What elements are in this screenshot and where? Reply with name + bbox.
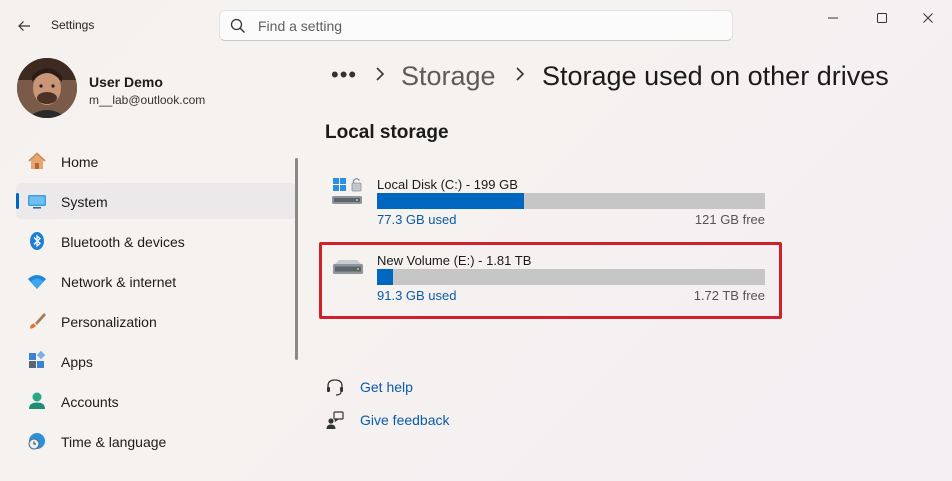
sidebar-item-label: Time & language [61, 434, 167, 450]
sidebar-item-bluetooth[interactable]: Bluetooth & devices [16, 223, 296, 259]
app-title: Settings [51, 18, 95, 32]
home-icon [26, 150, 48, 172]
search-input[interactable] [258, 16, 718, 36]
sidebar-item-label: Accounts [61, 394, 119, 410]
feedback-icon [325, 410, 345, 430]
sidebar-item-label: Personalization [61, 314, 157, 330]
sidebar-item-system[interactable]: System [16, 183, 296, 219]
section-title: Local storage [325, 122, 449, 143]
wifi-icon [26, 270, 48, 292]
sidebar-nav: Home System Bluetooth & devices Network … [16, 143, 296, 463]
page-title: Storage used on other drives [542, 61, 889, 91]
avatar[interactable] [17, 58, 77, 118]
give-feedback-link[interactable]: Give feedback [325, 408, 525, 432]
used-space: 91.3 GB used [377, 288, 457, 303]
give-feedback-label: Give feedback [360, 412, 450, 428]
maximize-icon [877, 13, 887, 23]
windows-drive-icon [330, 176, 366, 206]
user-name: User Demo [89, 74, 163, 90]
sidebar-item-accounts[interactable]: Accounts [16, 383, 296, 419]
storage-usage-fill [377, 193, 525, 209]
back-arrow-icon [18, 21, 30, 31]
system-icon [26, 190, 48, 212]
bluetooth-icon [26, 230, 48, 252]
free-space: 1.72 TB free [693, 288, 765, 303]
breadcrumb-storage-link[interactable]: Storage [401, 61, 496, 92]
storage-usage-fill [377, 269, 393, 285]
search-icon [230, 18, 246, 39]
user-email: m__lab@outlook.com [89, 93, 206, 107]
drive-item-e[interactable]: New Volume (E:) - 1.81 TB 91.3 GB used 1… [330, 248, 770, 308]
sidebar-item-time-language[interactable]: Time & language [16, 423, 296, 459]
maximize-button[interactable] [868, 6, 896, 30]
close-button[interactable] [914, 6, 942, 30]
sidebar-item-label: Network & internet [61, 274, 177, 290]
close-icon [923, 13, 933, 23]
used-space: 77.3 GB used [377, 212, 457, 227]
chevron-right-icon [513, 66, 527, 87]
storage-usage-bar [377, 269, 765, 285]
sidebar-scrollbar[interactable] [295, 158, 298, 360]
drive-item-c[interactable]: Local Disk (C:) - 199 GB 77.3 GB used 12… [330, 172, 770, 232]
sidebar-item-label: Bluetooth & devices [61, 234, 185, 250]
breadcrumb-more-button[interactable]: ••• [331, 62, 357, 88]
sidebar-item-apps[interactable]: Apps [16, 343, 296, 379]
brush-icon [26, 310, 48, 332]
chevron-right-icon [373, 66, 387, 87]
drive-name: New Volume (E:) - 1.81 TB [377, 253, 532, 268]
account-icon [26, 390, 48, 412]
sidebar-item-label: Apps [61, 354, 93, 370]
clock-globe-icon [26, 430, 48, 452]
drive-icon [330, 252, 366, 282]
get-help-label: Get help [360, 379, 413, 395]
active-indicator [16, 193, 19, 209]
help-headset-icon [325, 377, 345, 397]
back-button[interactable] [10, 12, 38, 40]
avatar-image-icon [17, 58, 77, 118]
drive-name: Local Disk (C:) - 199 GB [377, 177, 518, 192]
sidebar-item-home[interactable]: Home [16, 143, 296, 179]
sidebar-item-network[interactable]: Network & internet [16, 263, 296, 299]
sidebar-item-label: Home [61, 154, 99, 170]
get-help-link[interactable]: Get help [325, 375, 525, 399]
minimize-button[interactable] [819, 6, 847, 30]
apps-icon [26, 350, 48, 372]
minimize-icon [828, 17, 838, 19]
sidebar-item-personalization[interactable]: Personalization [16, 303, 296, 339]
free-space: 121 GB free [694, 212, 765, 227]
title-bar: Settings [0, 0, 952, 48]
search-box[interactable] [219, 10, 733, 41]
storage-usage-bar [377, 193, 765, 209]
sidebar-item-label: System [61, 194, 108, 210]
